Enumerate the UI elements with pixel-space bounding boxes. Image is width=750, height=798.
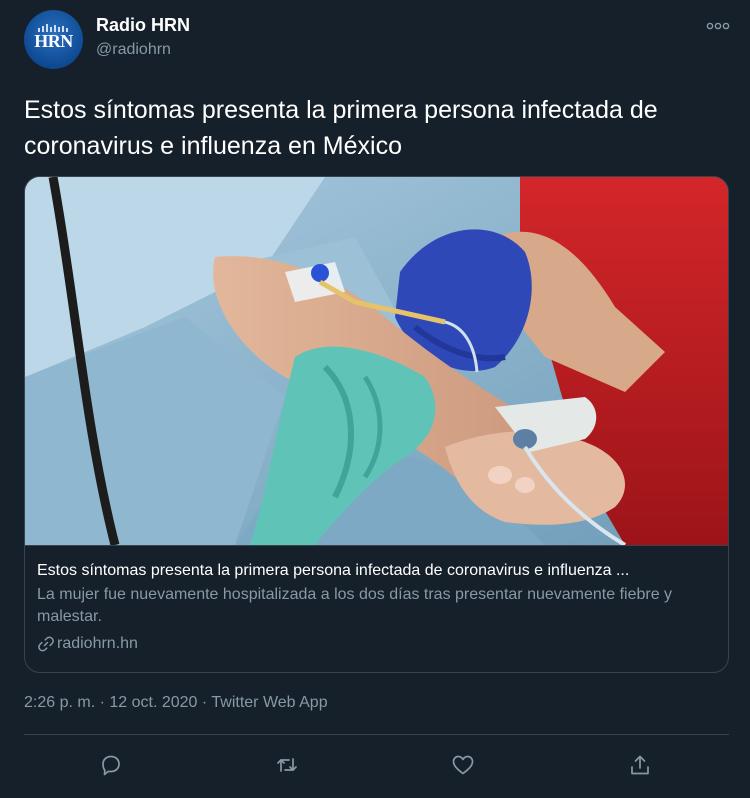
tweet-text: Estos síntomas presenta la primera perso… bbox=[24, 96, 658, 160]
meta-separator: · bbox=[95, 694, 110, 711]
retweet-icon bbox=[277, 758, 297, 772]
tweet-date[interactable]: 12 oct. 2020 bbox=[109, 694, 197, 711]
link-icon bbox=[38, 636, 54, 652]
author-name[interactable]: Radio HRN bbox=[96, 15, 190, 36]
retweet-button[interactable] bbox=[270, 748, 304, 782]
avatar-logo-text: HRN bbox=[34, 31, 73, 51]
tweet-time[interactable]: 2:26 p. m. bbox=[24, 694, 95, 711]
divider bbox=[24, 734, 729, 735]
card-title[interactable]: Estos síntomas presenta la primera perso… bbox=[37, 560, 717, 582]
reply-icon bbox=[102, 755, 120, 776]
heart-icon bbox=[452, 755, 474, 775]
card-description: La mujer fue nuevamente hospitalizada a … bbox=[37, 586, 673, 625]
more-icon bbox=[706, 22, 730, 30]
tweet-source-app[interactable]: Twitter Web App bbox=[211, 694, 327, 711]
share-icon bbox=[631, 755, 649, 775]
card-domain-text: radiohrn.hn bbox=[57, 635, 138, 652]
tweet-meta: 2:26 p. m. · 12 oct. 2020 · Twitter Web … bbox=[24, 694, 328, 712]
action-bar bbox=[0, 748, 750, 782]
more-options-button[interactable] bbox=[706, 16, 730, 36]
author-handle[interactable]: @radiohrn bbox=[96, 41, 171, 59]
card-domain[interactable]: radiohrn.hn bbox=[37, 633, 718, 655]
like-button[interactable] bbox=[446, 748, 480, 782]
reply-button[interactable] bbox=[94, 748, 128, 782]
meta-separator-2: · bbox=[197, 694, 212, 711]
tweet: HRN Radio HRN @radiohrn Estos síntomas p… bbox=[0, 0, 750, 798]
avatar[interactable]: HRN bbox=[24, 10, 83, 69]
link-card[interactable]: Estos síntomas presenta la primera perso… bbox=[24, 176, 729, 673]
card-image[interactable] bbox=[25, 177, 729, 545]
card-body: Estos síntomas presenta la primera perso… bbox=[25, 545, 728, 672]
share-button[interactable] bbox=[623, 748, 657, 782]
